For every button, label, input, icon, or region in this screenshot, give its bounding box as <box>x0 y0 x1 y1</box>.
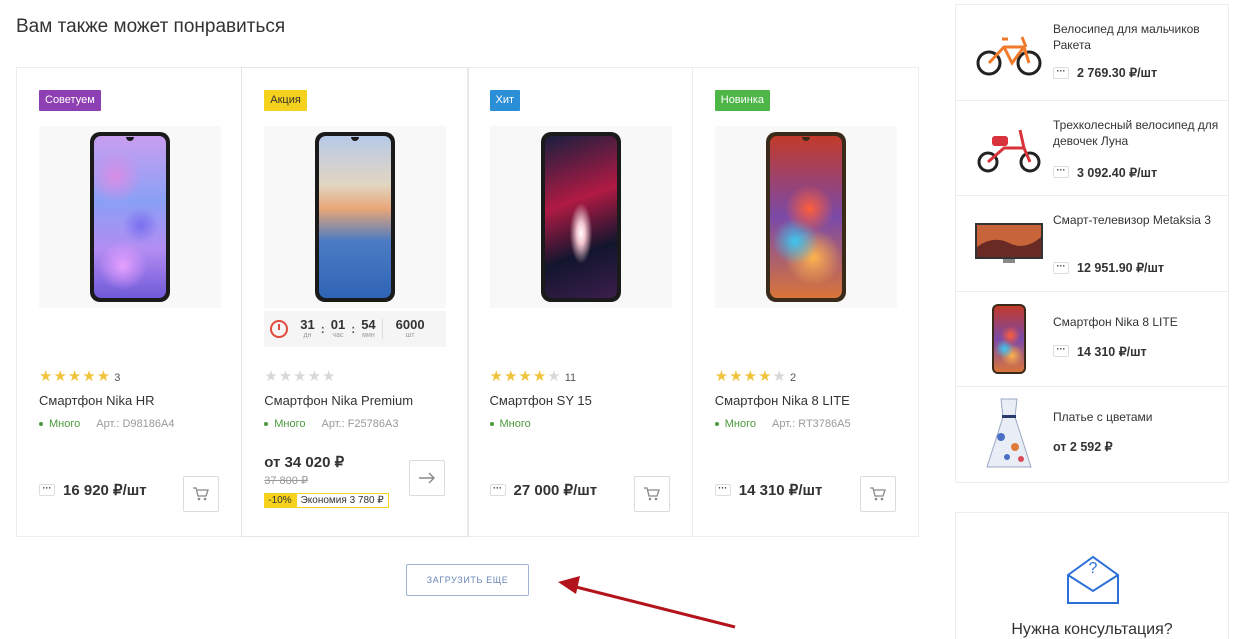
old-price: 37 800 ₽ <box>264 475 308 487</box>
badge-new: Новинка <box>714 90 771 111</box>
clock-icon <box>270 320 289 338</box>
product-price: от 34 020 ₽ <box>264 454 345 471</box>
badge-recommend: Советуем <box>39 90 101 111</box>
unit-menu-button[interactable]: ··· <box>714 484 731 496</box>
sidebar-product-title[interactable]: Трехколесный велосипед для девочек Луна <box>1053 117 1223 149</box>
product-grid: Советуем ★★★★★ 3 Смартфон Nika HR Много А… <box>16 67 919 537</box>
phone-image[interactable] <box>972 303 1046 374</box>
stock-dot-icon <box>489 422 494 426</box>
annotation-arrow-icon <box>558 576 736 629</box>
badge-promo: Акция <box>264 90 307 111</box>
consultation-block[interactable]: ? Нужна консультация? <box>955 512 1229 639</box>
sidebar-product-title[interactable]: Велосипед для мальчиков Ракета <box>1053 21 1223 53</box>
sidebar-product-price: ··· 2 769.30 ₽/шт <box>1053 65 1157 80</box>
product-image[interactable] <box>489 126 672 308</box>
promo-timer: 31 дн : 01 час : 54 мин 6000 шт <box>264 311 447 347</box>
product-card[interactable]: Хит ★★★★★ 11 Смартфон SY 15 Много ··· 27 … <box>468 68 693 536</box>
rating-stars: ★★★★ <box>489 368 548 385</box>
discount-savings: Экономия 3 780 ₽ <box>295 493 389 508</box>
stock-dot-icon <box>714 422 719 426</box>
load-more-button[interactable]: ЗАГРУЗИТЬ ЕЩЕ <box>406 564 529 596</box>
tricycle-image[interactable] <box>972 113 1046 183</box>
product-name[interactable]: Смартфон Nika 8 LITE <box>715 393 850 408</box>
sidebar-product-title[interactable]: Смартфон Nika 8 LITE <box>1053 314 1223 330</box>
product-card[interactable]: Новинка ★★★★★ 2 Смартфон Nika 8 LITE Мног… <box>693 68 918 536</box>
unit-menu-button[interactable]: ··· <box>1053 66 1069 79</box>
rating-stars: ★★★★ <box>714 368 773 385</box>
badge-hit: Хит <box>489 90 521 111</box>
sidebar-product-price: от 2 592 ₽ <box>1053 440 1113 454</box>
product-card[interactable]: Советуем ★★★★★ 3 Смартфон Nika HR Много А… <box>17 68 243 536</box>
unit-menu-button[interactable]: ··· <box>489 484 506 496</box>
sidebar-product[interactable]: Трехколесный велосипед для девочек Луна … <box>956 101 1228 196</box>
phone-image <box>90 132 170 302</box>
product-image[interactable] <box>264 126 447 308</box>
rating-count: 11 <box>564 372 577 384</box>
stock-status: Много Арт.: RT3786A5 <box>714 418 851 430</box>
stock-dot-icon <box>264 422 269 426</box>
add-to-cart-button[interactable] <box>860 476 896 512</box>
unit-menu-button[interactable]: ··· <box>1053 166 1069 178</box>
cart-icon <box>643 487 660 501</box>
product-card[interactable]: Акция 31 дн : 01 час : 54 мин 6000 шт ★★★★★ … <box>242 68 468 536</box>
dress-image[interactable] <box>972 398 1046 469</box>
phone-image <box>540 132 621 302</box>
product-price: ··· 16 920 ₽/шт <box>39 481 147 499</box>
product-name[interactable]: Смартфон Nika HR <box>39 393 155 408</box>
product-price: ··· 14 310 ₽/шт <box>714 481 822 499</box>
product-name[interactable]: Смартфон Nika Premium <box>264 393 413 408</box>
stock-status: Много Арт.: F25786A3 <box>264 418 398 430</box>
rating-stars: ★★★★★ <box>264 368 337 385</box>
sidebar-product-price: ··· 12 951.90 ₽/шт <box>1053 260 1164 275</box>
stock-dot-icon <box>39 422 43 426</box>
details-button[interactable] <box>408 460 445 496</box>
unit-menu-button[interactable]: ··· <box>39 484 55 496</box>
consultation-title: Нужна консультация? <box>1011 621 1173 638</box>
unit-menu-button[interactable]: ··· <box>1053 261 1069 274</box>
sidebar-product[interactable]: Велосипед для мальчиков Ракета ··· 2 769… <box>956 5 1228 101</box>
sidebar-products: Велосипед для мальчиков Ракета ··· 2 769… <box>955 4 1229 483</box>
arrow-right-icon <box>418 472 435 484</box>
sidebar-product-title[interactable]: Смарт-телевизор Metaksia 3 <box>1053 212 1223 228</box>
product-image[interactable] <box>39 126 221 308</box>
rating-count: 2 <box>790 372 797 384</box>
phone-image <box>765 132 846 302</box>
product-image[interactable] <box>714 126 897 308</box>
tv-image[interactable] <box>972 208 1046 278</box>
article-number: Арт.: RT3786A5 <box>772 418 851 430</box>
sidebar-product-title[interactable]: Платье с цветами <box>1053 409 1223 425</box>
stock-status: Много Арт.: D98186A4 <box>39 418 174 430</box>
rating-count: 3 <box>114 372 121 384</box>
section-title: Вам также может понравиться <box>16 16 286 37</box>
svg-text:?: ? <box>1089 560 1098 577</box>
discount-percent: -10% <box>264 493 296 508</box>
product-rating: ★★★★★ 3 <box>39 367 120 385</box>
article-number: Арт.: F25786A3 <box>321 418 399 430</box>
sidebar-product[interactable]: Смарт-телевизор Metaksia 3 ··· 12 951.90… <box>956 196 1228 292</box>
product-rating: ★★★★★ 11 <box>489 368 577 385</box>
product-price: ··· 27 000 ₽/шт <box>489 481 597 499</box>
discount-info: -10% Экономия 3 780 ₽ <box>264 493 389 508</box>
sidebar-product-price: ··· 3 092.40 ₽/шт <box>1053 165 1157 180</box>
bicycle-image[interactable] <box>972 17 1046 87</box>
stock-status: Много <box>489 418 531 430</box>
product-rating: ★★★★★ <box>264 367 336 385</box>
product-name[interactable]: Смартфон SY 15 <box>490 393 592 408</box>
cart-icon <box>870 487 886 501</box>
sidebar-product-price: ··· 14 310 ₽/шт <box>1053 344 1147 359</box>
cart-icon <box>193 487 210 501</box>
product-rating: ★★★★★ 2 <box>714 368 797 385</box>
sidebar-product[interactable]: Платье с цветами от 2 592 ₽ <box>956 387 1228 483</box>
add-to-cart-button[interactable] <box>633 476 670 512</box>
phone-image <box>315 132 396 302</box>
rating-stars: ★★★★★ <box>39 368 112 385</box>
add-to-cart-button[interactable] <box>183 476 220 512</box>
article-number: Арт.: D98186A4 <box>96 418 175 430</box>
unit-menu-button[interactable]: ··· <box>1053 345 1069 357</box>
envelope-question-icon: ? <box>1067 555 1119 604</box>
sidebar-product[interactable]: Смартфон Nika 8 LITE ··· 14 310 ₽/шт <box>956 292 1228 387</box>
